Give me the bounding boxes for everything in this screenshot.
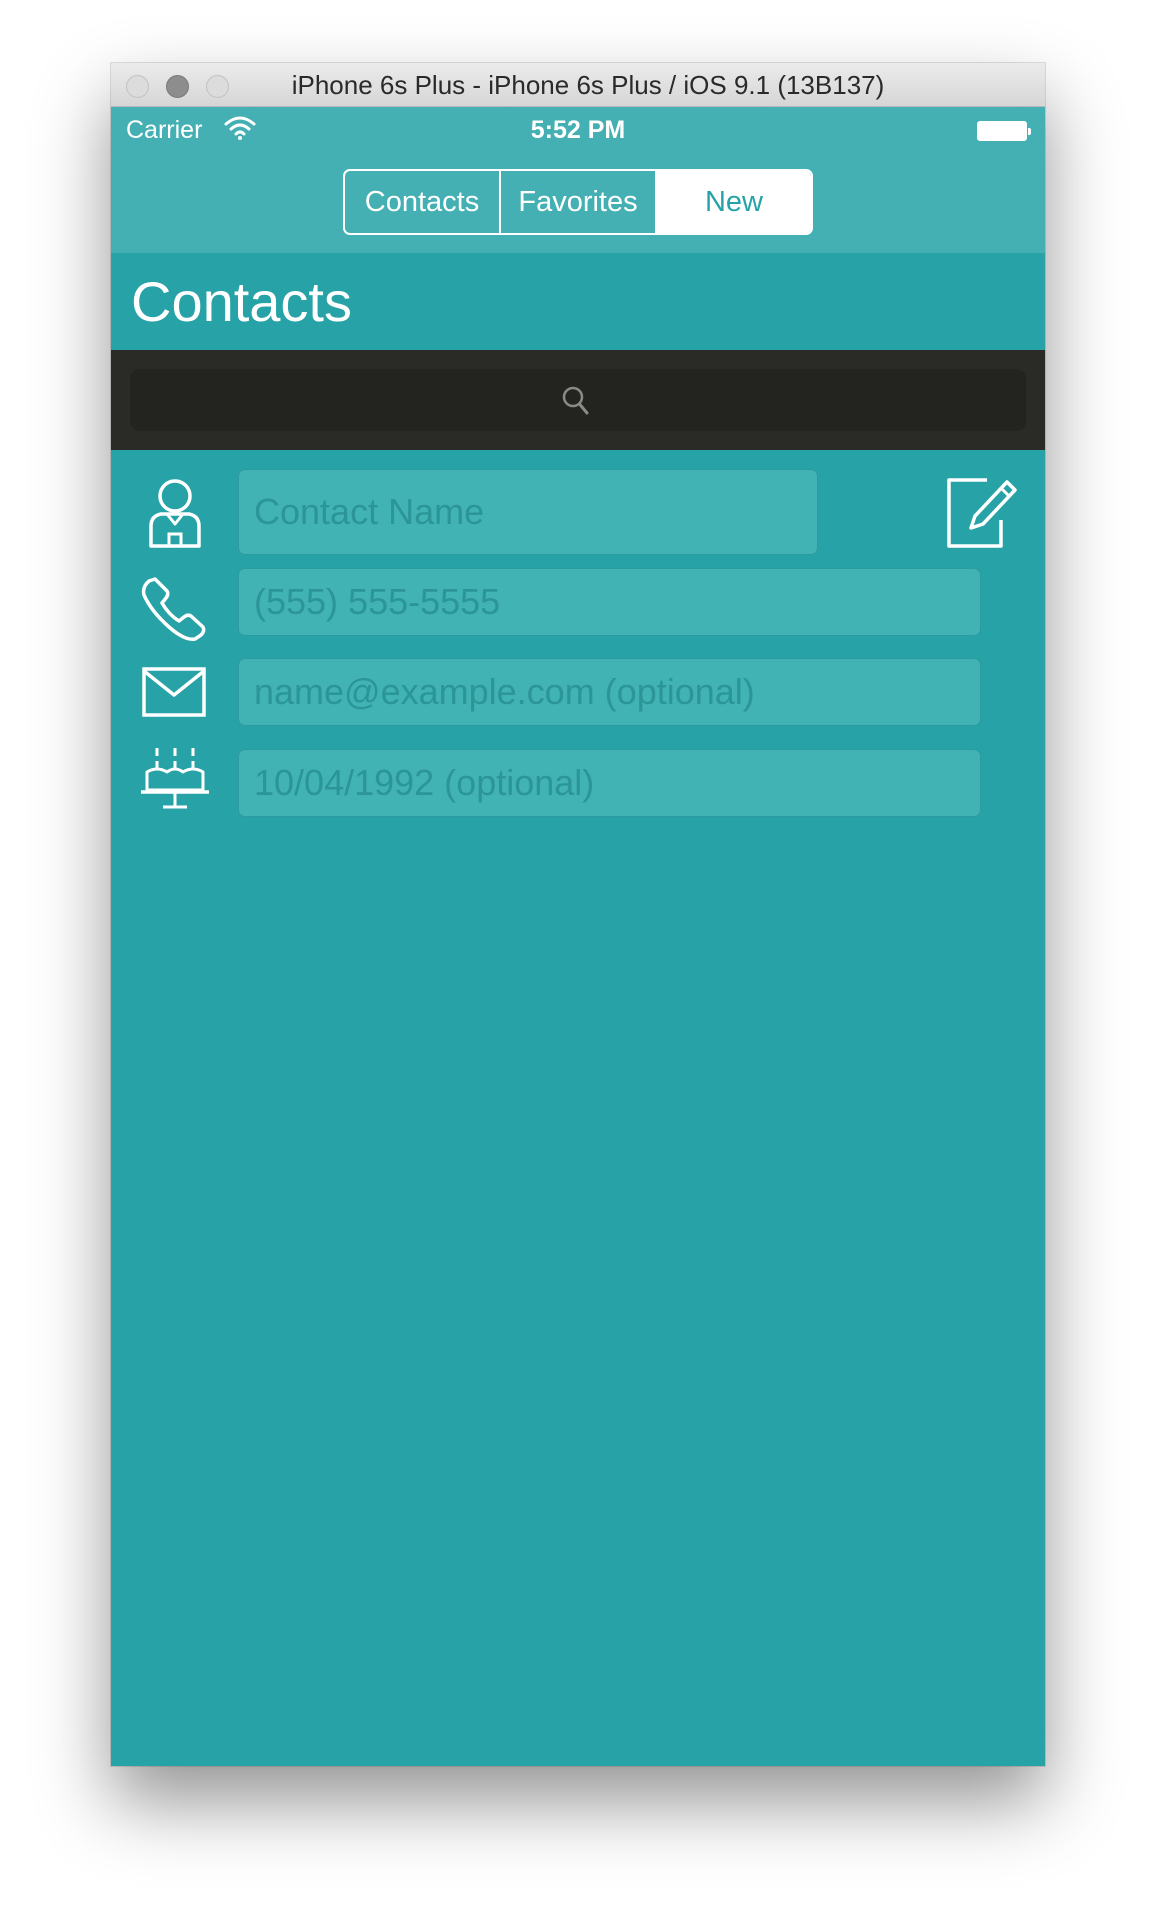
segmented-control: Contacts Favorites New xyxy=(343,169,813,235)
clock: 5:52 PM xyxy=(530,116,626,144)
search-input[interactable] xyxy=(130,369,1026,431)
top-bar: Carrier 5:52 PM Contacts Favorites New xyxy=(111,107,1045,253)
simulator-window: iPhone 6s Plus - iPhone 6s Plus / iOS 9.… xyxy=(111,63,1045,1766)
cake-icon xyxy=(141,748,209,809)
page-header: Contacts xyxy=(111,253,1045,350)
contact-name-field[interactable]: Contact Name xyxy=(238,469,818,555)
edit-icon[interactable] xyxy=(945,474,1017,550)
segment-new[interactable]: New xyxy=(657,171,811,233)
mail-icon xyxy=(142,667,206,717)
window-title: iPhone 6s Plus - iPhone 6s Plus / iOS 9.… xyxy=(291,70,885,100)
phone-field[interactable]: (555) 555-5555 xyxy=(238,568,981,636)
status-bar: Carrier 5:52 PM xyxy=(111,107,1045,157)
search-icon xyxy=(562,386,589,415)
app-screen: Carrier 5:52 PM Contacts Favorites New C… xyxy=(111,107,1045,1766)
phone-icon xyxy=(141,577,206,641)
battery-icon xyxy=(977,121,1031,141)
person-icon xyxy=(149,479,201,548)
search-bar xyxy=(111,350,1045,450)
segment-contacts[interactable]: Contacts xyxy=(345,171,501,233)
page-title: Contacts xyxy=(131,270,352,333)
segment-favorites[interactable]: Favorites xyxy=(501,171,657,233)
birthday-field[interactable]: 10/04/1992 (optional) xyxy=(238,749,981,817)
window-titlebar: iPhone 6s Plus - iPhone 6s Plus / iOS 9.… xyxy=(111,63,1045,107)
email-field[interactable]: name@example.com (optional) xyxy=(238,658,981,726)
